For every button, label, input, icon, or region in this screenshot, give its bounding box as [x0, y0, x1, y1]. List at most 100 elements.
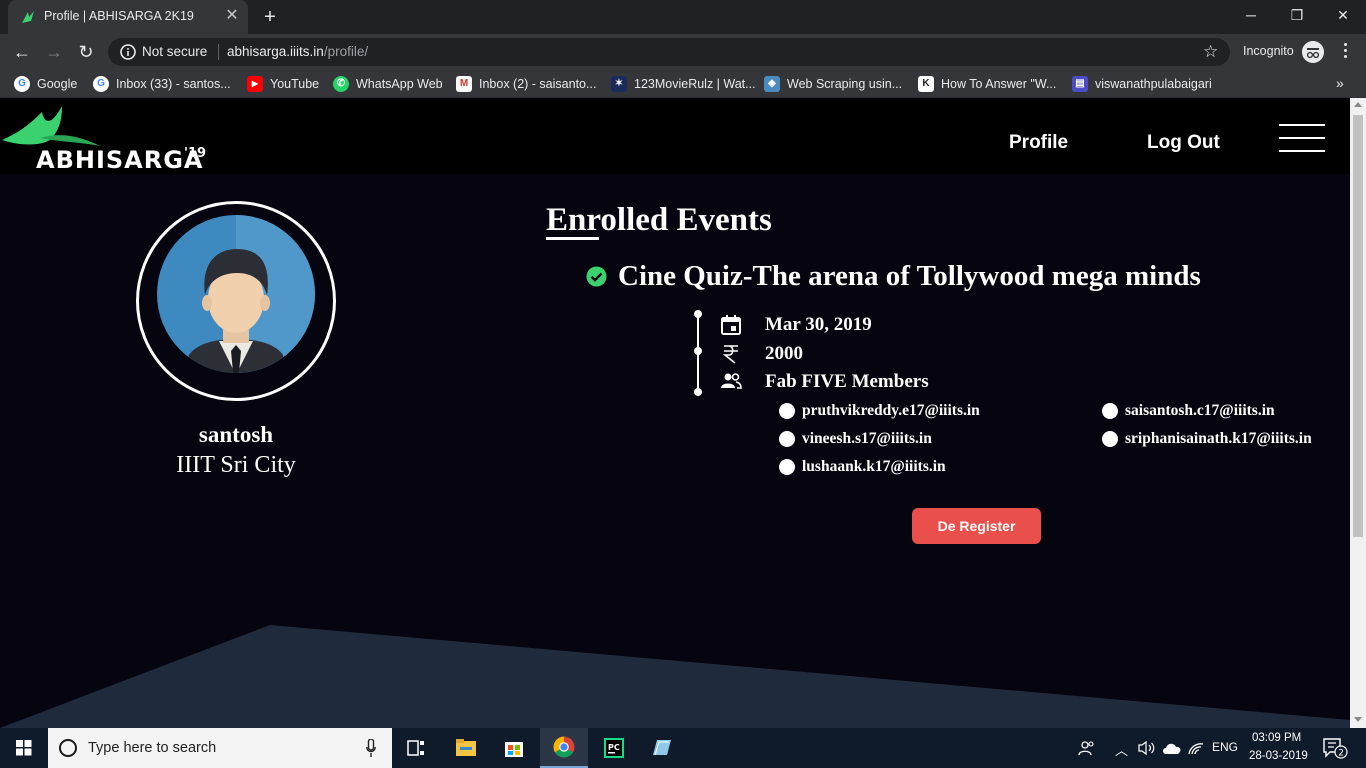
- window-close-button[interactable]: ✕: [1320, 0, 1366, 30]
- back-button[interactable]: ←: [10, 40, 34, 64]
- page-scrollbar[interactable]: [1350, 98, 1366, 728]
- site-icon: ▤: [1072, 76, 1088, 92]
- tab-strip: Profile | ABHISARGA 2K19 ✕ + ─ ❐ ✕: [0, 0, 1366, 34]
- bookmark-label: viswanathpulabaigari: [1095, 77, 1212, 91]
- member-email: pruthvikreddy.e17@iiits.in: [802, 402, 980, 419]
- cortana-icon: [59, 739, 77, 757]
- windows-start-icon[interactable]: [0, 728, 48, 768]
- pycharm-icon[interactable]: PC: [590, 728, 638, 768]
- bookmark-label: WhatsApp Web: [356, 77, 443, 91]
- language-indicator[interactable]: ENG: [1212, 740, 1238, 754]
- bullet-icon: [779, 403, 795, 419]
- logo-year: '19: [184, 146, 207, 161]
- bullet-icon: [779, 459, 795, 475]
- bookmark-label: Inbox (33) - santos...: [116, 77, 231, 91]
- rupee-icon: [722, 345, 738, 364]
- file-explorer-icon[interactable]: [442, 728, 490, 768]
- task-view-icon[interactable]: [392, 728, 440, 768]
- url-text[interactable]: abhisarga.iiits.in/profile/: [227, 44, 368, 59]
- clock-date[interactable]: 28-03-2019: [1249, 750, 1308, 762]
- browser-tab[interactable]: Profile | ABHISARGA 2K19 ✕: [8, 0, 248, 34]
- wifi-icon[interactable]: [1188, 741, 1204, 755]
- gmail-icon: M: [456, 76, 472, 92]
- decorative-floor: [0, 625, 1350, 728]
- whatsapp-icon: ✆: [333, 76, 349, 92]
- team-name: Fab FIVE Members: [765, 371, 929, 392]
- bookmark-label: Google: [37, 77, 78, 91]
- scroll-down-icon[interactable]: [1354, 717, 1362, 722]
- youtube-icon: ▶: [247, 76, 263, 92]
- tab-title: Profile | ABHISARGA 2K19: [44, 9, 194, 23]
- onedrive-icon[interactable]: [1162, 741, 1182, 755]
- bird-logo-icon: [2, 106, 100, 146]
- notes-app-icon[interactable]: [638, 728, 686, 768]
- taskbar: Type here to search PC ︿ ENG 03:09 PM 28…: [0, 728, 1366, 768]
- address-bar[interactable]: Not secure abhisarga.iiits.in/profile/ ☆: [108, 38, 1230, 66]
- bullet-icon: [779, 431, 795, 447]
- member-email: sriphanisainath.k17@iiits.in: [1125, 430, 1312, 447]
- bookmark-label: YouTube: [270, 77, 320, 91]
- volume-icon[interactable]: [1138, 740, 1156, 756]
- incognito-label: Incognito: [1243, 44, 1294, 58]
- check-circle-icon: [586, 266, 607, 287]
- bookmarks-bar: G Google G Inbox (33) - santos... ▶ YouT…: [0, 70, 1366, 98]
- menu-icon[interactable]: [1340, 40, 1350, 64]
- separator: [218, 44, 219, 60]
- store-icon[interactable]: [490, 728, 538, 768]
- title-underline: [546, 237, 599, 240]
- member-email: lushaank.k17@iiits.in: [802, 458, 946, 475]
- k-icon: K: [918, 76, 934, 92]
- page-content: ABHISARGA '19 Profile Log Out santosh II…: [0, 98, 1350, 728]
- tray-chevron-icon[interactable]: ︿: [1115, 740, 1128, 759]
- notification-center-icon[interactable]: 2: [1322, 737, 1348, 759]
- member-email: saisantosh.c17@iiits.in: [1125, 402, 1275, 419]
- minimize-button[interactable]: ─: [1228, 0, 1274, 30]
- notification-count: 2: [1338, 749, 1344, 759]
- nav-logout-link[interactable]: Log Out: [1147, 132, 1220, 154]
- clock-time[interactable]: 03:09 PM: [1252, 732, 1301, 744]
- event-fee: 2000: [765, 343, 803, 364]
- bookmark-label: Web Scraping usin...: [787, 77, 903, 91]
- event-date: Mar 30, 2019: [765, 314, 872, 335]
- abhisarga-favicon-icon: [22, 11, 34, 23]
- site-header: ABHISARGA '19 Profile Log Out: [0, 98, 1350, 174]
- google-icon: G: [14, 76, 30, 92]
- event-title: Cine Quiz-The arena of Tollywood mega mi…: [618, 260, 1201, 292]
- movie-icon: ✶: [611, 76, 627, 92]
- chrome-icon[interactable]: [540, 728, 588, 768]
- group-icon: [721, 373, 742, 389]
- hamburger-menu-icon[interactable]: [1279, 124, 1325, 154]
- reload-button[interactable]: ↻: [74, 40, 98, 64]
- google-icon: G: [93, 76, 109, 92]
- taskbar-search[interactable]: Type here to search: [48, 728, 392, 768]
- microphone-icon[interactable]: [366, 739, 376, 757]
- bullet-icon: [1102, 403, 1118, 419]
- abhisarga-logo[interactable]: ABHISARGA '19: [0, 102, 220, 174]
- scroll-up-icon[interactable]: [1354, 102, 1362, 107]
- scrollbar-thumb[interactable]: [1353, 115, 1363, 537]
- info-icon[interactable]: [120, 44, 136, 60]
- url-path: /profile/: [323, 44, 369, 59]
- bookmark-label: 123MovieRulz | Wat...: [634, 77, 756, 91]
- timeline-dot: [694, 388, 702, 396]
- security-status: Not secure: [142, 44, 208, 59]
- forward-button[interactable]: →: [42, 40, 66, 64]
- member-email: vineesh.s17@iiits.in: [802, 430, 932, 447]
- timeline-dot: [694, 347, 702, 355]
- more-bookmarks-icon[interactable]: »: [1336, 75, 1344, 91]
- svg-text:PC: PC: [608, 743, 620, 752]
- bookmark-label: Inbox (2) - saisanto...: [479, 77, 597, 91]
- avatar: [157, 215, 315, 373]
- new-tab-button[interactable]: +: [259, 6, 281, 28]
- bookmark-star-icon[interactable]: ☆: [1203, 42, 1218, 62]
- timeline-dot: [694, 310, 702, 318]
- incognito-icon[interactable]: [1302, 41, 1324, 63]
- nav-profile-link[interactable]: Profile: [1009, 132, 1068, 154]
- user-name: santosh: [198, 422, 274, 447]
- shield-icon: ◈: [764, 76, 780, 92]
- restore-button[interactable]: ❐: [1274, 0, 1320, 30]
- people-icon[interactable]: [1078, 739, 1096, 757]
- logo-text: ABHISARGA: [36, 146, 204, 174]
- de-register-button[interactable]: De Register: [912, 508, 1041, 544]
- tab-close-icon[interactable]: ✕: [223, 7, 241, 25]
